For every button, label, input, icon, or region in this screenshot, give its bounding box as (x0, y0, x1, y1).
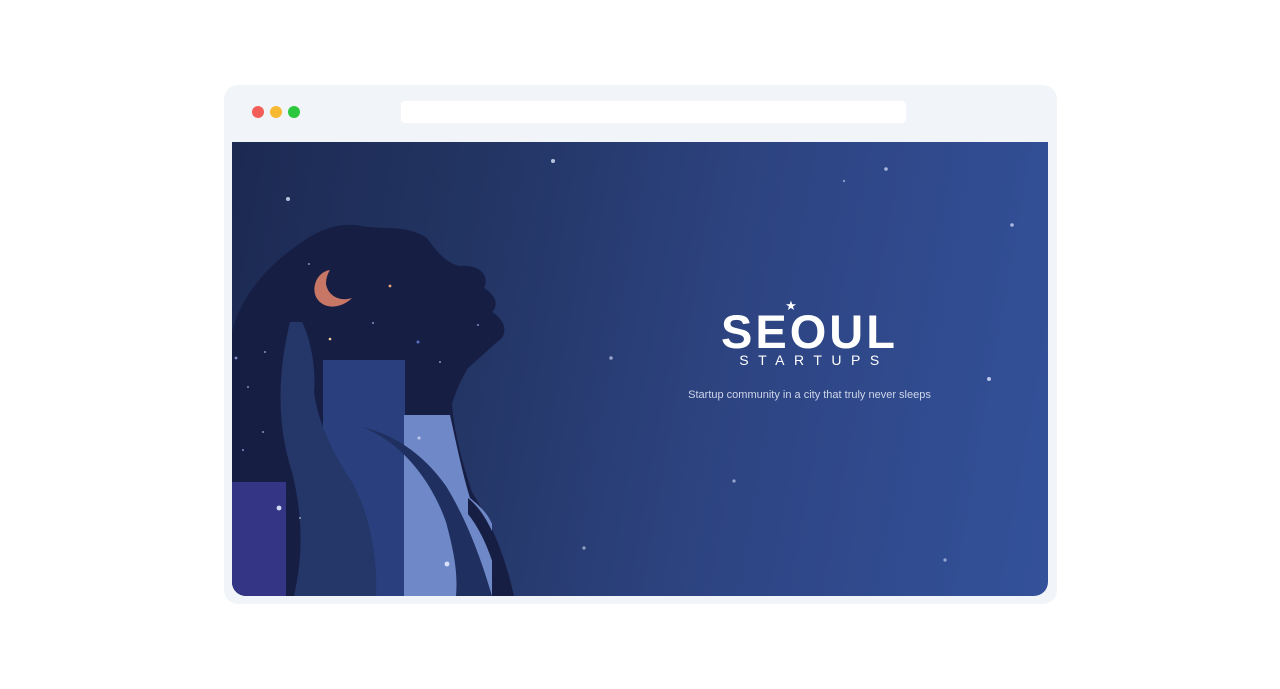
maximize-window-button[interactable] (288, 106, 300, 118)
minimize-window-button[interactable] (270, 106, 282, 118)
star (987, 377, 991, 381)
star (582, 546, 586, 550)
star (1010, 223, 1014, 227)
logo-title: SEOUL (721, 305, 898, 358)
browser-window: ★ SEOUL STARTUPS Startup community in a … (224, 85, 1057, 604)
star (884, 167, 888, 171)
building-purple (232, 482, 286, 596)
star (551, 159, 555, 163)
star (943, 558, 947, 562)
logo-subtitle: STARTUPS (739, 352, 889, 368)
address-bar[interactable] (401, 101, 906, 123)
hero-section: ★ SEOUL STARTUPS Startup community in a … (232, 142, 1048, 596)
star (732, 479, 736, 483)
close-window-button[interactable] (252, 106, 264, 118)
star (609, 356, 613, 360)
star (286, 197, 290, 201)
star (842, 179, 846, 183)
night-city-illustration (232, 159, 1014, 596)
seoul-startups-logo[interactable]: ★ SEOUL STARTUPS (702, 300, 917, 368)
hero-tagline: Startup community in a city that truly n… (688, 389, 931, 401)
